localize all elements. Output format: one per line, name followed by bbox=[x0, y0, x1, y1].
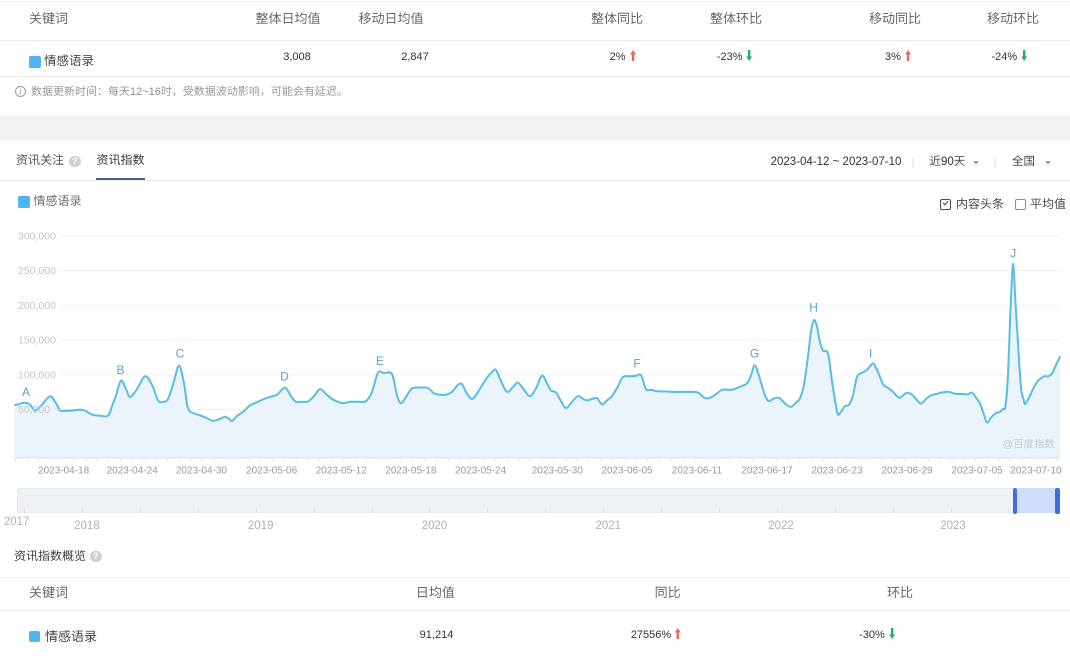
svg-text:@百度指数: @百度指数 bbox=[1002, 439, 1055, 451]
svg-text:200,000: 200,000 bbox=[18, 300, 56, 312]
svg-text:C: C bbox=[176, 347, 185, 361]
svg-text:2023-05-24: 2023-05-24 bbox=[455, 466, 507, 477]
svg-text:A: A bbox=[22, 385, 30, 399]
svg-text:300,000: 300,000 bbox=[18, 231, 56, 243]
svg-text:J: J bbox=[1010, 247, 1016, 261]
svg-text:150,000: 150,000 bbox=[18, 335, 56, 347]
svg-text:2023-07-05: 2023-07-05 bbox=[951, 466, 1003, 477]
svg-text:250,000: 250,000 bbox=[18, 265, 56, 277]
svg-text:G: G bbox=[750, 347, 759, 361]
svg-text:2023-05-18: 2023-05-18 bbox=[385, 466, 437, 477]
svg-text:2023-04-18: 2023-04-18 bbox=[38, 466, 90, 477]
svg-text:2023-06-17: 2023-06-17 bbox=[741, 466, 793, 477]
svg-text:100,000: 100,000 bbox=[18, 369, 56, 381]
svg-text:2023-06-29: 2023-06-29 bbox=[881, 466, 933, 477]
svg-text:2023-04-24: 2023-04-24 bbox=[107, 466, 159, 477]
svg-text:2023-05-06: 2023-05-06 bbox=[246, 466, 298, 477]
svg-text:E: E bbox=[376, 354, 384, 368]
svg-text:B: B bbox=[116, 363, 124, 377]
svg-text:2023-06-11: 2023-06-11 bbox=[672, 466, 723, 477]
svg-text:I: I bbox=[869, 347, 872, 361]
svg-text:2023-06-05: 2023-06-05 bbox=[601, 466, 653, 477]
svg-text:50,000: 50,000 bbox=[18, 404, 50, 416]
svg-text:2023-06-23: 2023-06-23 bbox=[811, 466, 863, 477]
svg-text:D: D bbox=[280, 370, 289, 384]
svg-text:2023-05-30: 2023-05-30 bbox=[532, 466, 584, 477]
svg-text:H: H bbox=[809, 301, 818, 315]
svg-text:F: F bbox=[633, 357, 640, 371]
svg-text:2023-07-10: 2023-07-10 bbox=[1010, 466, 1062, 477]
svg-text:2023-05-12: 2023-05-12 bbox=[316, 466, 368, 477]
svg-text:2023-04-30: 2023-04-30 bbox=[176, 466, 228, 477]
